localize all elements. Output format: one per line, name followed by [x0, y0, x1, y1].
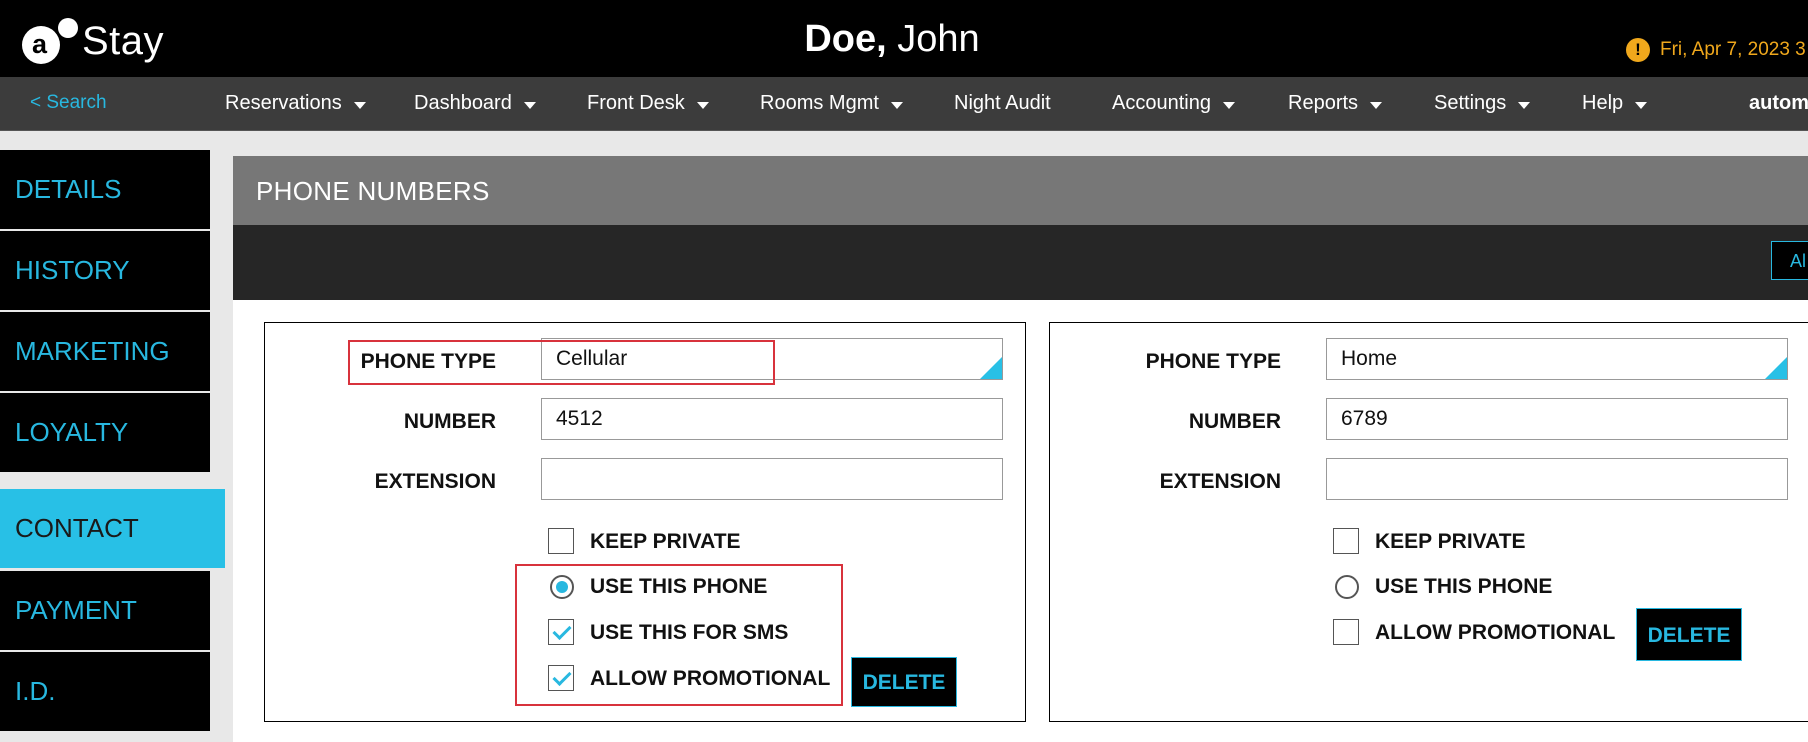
sidebar-item-history[interactable]: HISTORY	[0, 231, 210, 310]
add-phone-button[interactable]: Al	[1771, 241, 1808, 280]
allow-promotional-label: ALLOW PROMOTIONAL	[590, 667, 831, 690]
guest-name: Doe, John	[0, 18, 1784, 61]
nav-label: Night Audit	[954, 92, 1051, 114]
nav-label: Reservations	[225, 92, 342, 114]
nav-label: Help	[1582, 92, 1624, 114]
use-this-phone-radio[interactable]	[550, 575, 574, 599]
extension-label: EXTENSION	[374, 470, 496, 493]
extension-input[interactable]	[1326, 458, 1788, 500]
chevron-down-icon	[523, 101, 536, 109]
use-this-phone-radio[interactable]	[1335, 575, 1359, 599]
keep-private-checkbox[interactable]	[1333, 528, 1359, 554]
sidebar-item-loyalty[interactable]: LOYALTY	[0, 393, 210, 472]
sidebar-item-payment[interactable]: PAYMENT	[0, 571, 210, 650]
nav-label: Settings	[1434, 92, 1507, 114]
keep-private-label: KEEP PRIVATE	[1375, 530, 1526, 553]
phone-card: PHONE TYPE Cellular NUMBER 4512 EXTENSIO…	[264, 322, 1026, 722]
dropdown-corner-icon	[980, 357, 1002, 379]
chevron-down-icon	[1518, 101, 1531, 109]
chevron-down-icon	[1222, 101, 1235, 109]
use-for-sms-checkbox[interactable]	[548, 619, 574, 645]
keep-private-checkbox[interactable]	[548, 528, 574, 554]
nav-label: Dashboard	[414, 92, 512, 114]
warning-icon[interactable]: !	[1626, 38, 1650, 62]
nav-help[interactable]: Help	[1582, 92, 1648, 115]
number-label: NUMBER	[403, 410, 496, 433]
keep-private-label: KEEP PRIVATE	[590, 530, 741, 553]
main-nav: < Search Reservations Dashboard Front De…	[0, 77, 1808, 131]
panel-toolbar	[233, 225, 1808, 300]
use-for-sms-label: USE THIS FOR SMS	[590, 621, 789, 644]
nav-label: Front Desk	[587, 92, 685, 114]
phone-card: PHONE TYPE Home NUMBER 6789 EXTENSION KE…	[1049, 322, 1808, 722]
guest-first-name: John	[897, 18, 980, 60]
allow-promotional-label: ALLOW PROMOTIONAL	[1375, 621, 1616, 644]
nav-front-desk[interactable]: Front Desk	[587, 92, 709, 115]
nav-night-audit[interactable]: Night Audit	[954, 92, 1051, 115]
nav-dashboard[interactable]: Dashboard	[414, 92, 536, 115]
sidebar-item-id[interactable]: I.D.	[0, 652, 210, 731]
allow-promotional-checkbox[interactable]	[548, 665, 574, 691]
datetime-text: Fri, Apr 7, 2023 3	[1660, 39, 1806, 60]
nav-label: Reports	[1288, 92, 1359, 114]
phone-type-label: PHONE TYPE	[360, 350, 496, 373]
number-input[interactable]: 4512	[541, 398, 1003, 440]
sidebar-item-details[interactable]: DETAILS	[0, 150, 210, 229]
panel-header: PHONE NUMBERS	[233, 156, 1808, 225]
nav-accounting[interactable]: Accounting	[1112, 92, 1235, 115]
dropdown-corner-icon	[1765, 357, 1787, 379]
nav-label: Accounting	[1112, 92, 1211, 114]
top-header: a Stay Doe, John ! Fri, Apr 7, 2023 3	[0, 0, 1808, 77]
nav-rooms-mgmt[interactable]: Rooms Mgmt	[760, 92, 903, 115]
nav-reservations[interactable]: Reservations	[225, 92, 366, 115]
sidebar-item-marketing[interactable]: MARKETING	[0, 312, 210, 391]
phone-type-select[interactable]: Home	[1326, 338, 1788, 380]
allow-promotional-checkbox[interactable]	[1333, 619, 1359, 645]
chevron-down-icon	[890, 101, 903, 109]
nav-reports[interactable]: Reports	[1288, 92, 1383, 115]
chevron-down-icon	[696, 101, 709, 109]
panel-title: PHONE NUMBERS	[256, 176, 490, 206]
sidebar-item-contact[interactable]: CONTACT	[0, 489, 225, 568]
chevron-down-icon	[1635, 101, 1648, 109]
number-label: NUMBER	[1188, 410, 1281, 433]
use-this-phone-label: USE THIS PHONE	[590, 575, 768, 598]
guest-last-name: Doe,	[804, 18, 887, 60]
delete-button[interactable]: DELETE	[851, 657, 957, 707]
extension-input[interactable]	[541, 458, 1003, 500]
nav-label: Rooms Mgmt	[760, 92, 879, 114]
phone-type-select[interactable]: Cellular	[541, 338, 1003, 380]
nav-settings[interactable]: Settings	[1434, 92, 1531, 115]
delete-button[interactable]: DELETE	[1636, 608, 1742, 661]
user-menu[interactable]: automa	[1749, 92, 1808, 115]
chevron-down-icon	[1370, 101, 1383, 109]
date-status: ! Fri, Apr 7, 2023 3	[1626, 38, 1806, 62]
phone-type-value: Home	[1341, 347, 1398, 370]
phone-type-label: PHONE TYPE	[1145, 350, 1281, 373]
phone-type-value: Cellular	[556, 347, 628, 370]
use-this-phone-label: USE THIS PHONE	[1375, 575, 1553, 598]
extension-label: EXTENSION	[1159, 470, 1281, 493]
search-link[interactable]: < Search	[30, 92, 107, 114]
number-input[interactable]: 6789	[1326, 398, 1788, 440]
chevron-down-icon	[353, 101, 366, 109]
